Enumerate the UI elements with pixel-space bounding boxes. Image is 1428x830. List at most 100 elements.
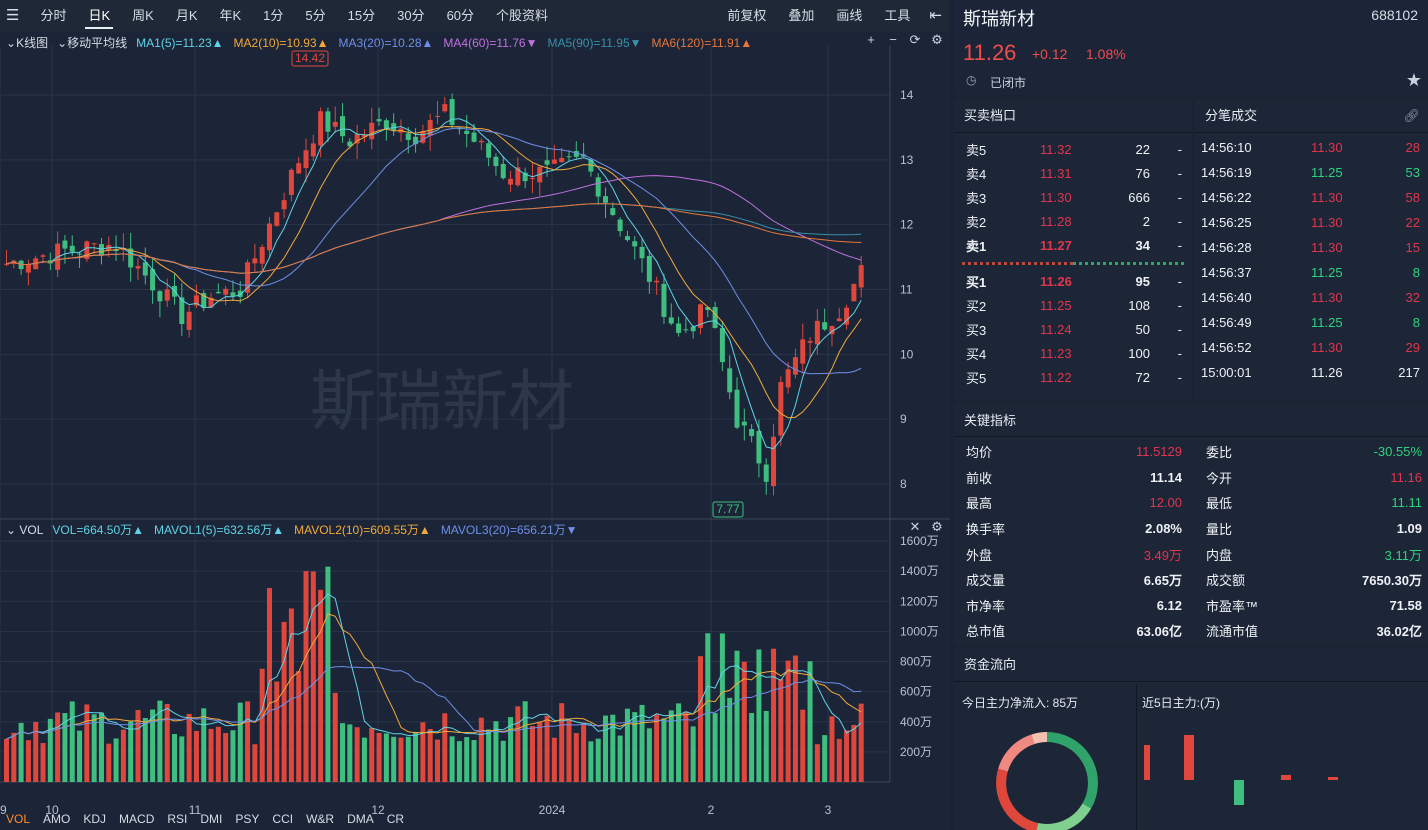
indicator-tab[interactable]: AMO [37, 812, 77, 826]
volume-bar [858, 703, 864, 782]
tab-30min[interactable]: 30分 [386, 0, 435, 32]
metric-value: 63.06亿 [1136, 624, 1182, 640]
adjust-button[interactable]: 前复权 [716, 0, 777, 32]
tab-stock-info[interactable]: 个股资料 [485, 0, 559, 32]
metric-row: 成交量 6.65万 成交额 7650.30万 [954, 567, 1428, 593]
order-row[interactable]: 卖3 11.30 666 - [954, 185, 1192, 209]
candle-body [654, 280, 660, 283]
tab-5min[interactable]: 5分 [294, 0, 336, 32]
order-row[interactable]: 买5 11.22 72 - [954, 365, 1192, 389]
volume-bar [522, 701, 528, 782]
tab-weekly-k[interactable]: 周K [121, 0, 165, 32]
tab-monthly-k[interactable]: 月K [165, 0, 209, 32]
volume-bar [332, 692, 338, 782]
volume-bar [822, 735, 828, 782]
order-flag: - [1177, 141, 1182, 157]
collapse-icon[interactable]: ⇤ [921, 0, 950, 32]
order-price: 11.32 [1040, 141, 1072, 157]
order-row[interactable]: 买4 11.23 100 - [954, 341, 1192, 365]
kline-chart[interactable]: 14 13 12 11 10 9 8 斯瑞新材 14.42 7.77 1600万 1400万 1200万… [0, 46, 950, 830]
volume-tick-label: 1000万 [900, 624, 939, 638]
indicator-tab[interactable]: W&R [300, 812, 341, 826]
order-flag: - [1177, 345, 1182, 361]
volume-bar [303, 571, 309, 782]
candle-body [230, 292, 236, 297]
volume-legend-item: MAVOL3(20)=656.21万▼ [440, 523, 578, 537]
fund-divider [1136, 684, 1137, 830]
volume-bar [55, 712, 61, 782]
volume-bar [128, 721, 134, 782]
tab-15min[interactable]: 15分 [337, 0, 386, 32]
menu-icon[interactable]: ☰ [0, 0, 29, 32]
volume-title[interactable]: ⌄ VOL [6, 523, 43, 537]
volume-bar [435, 739, 440, 782]
tab-60min[interactable]: 60分 [436, 0, 485, 32]
candle-body [785, 369, 791, 388]
tab-timeshare[interactable]: 分时 [29, 0, 77, 32]
order-book: 买卖档口 卖5 11.32 22 - 卖4 11.31 76 - 卖3 11.30 666 - 卖2 11… [954, 99, 1192, 400]
indicator-tab[interactable]: DMA [341, 812, 381, 826]
order-row[interactable]: 买1 11.26 95 - [954, 269, 1192, 293]
indicator-tab[interactable]: CR [381, 812, 411, 826]
candle-body [566, 156, 572, 158]
indicator-tab[interactable]: RSI [161, 812, 194, 826]
five-day-label: 近5日主力:(万) [1142, 696, 1221, 710]
order-price: 11.22 [1040, 369, 1072, 385]
volume-bar [690, 726, 696, 782]
volume-tick-label: 600万 [900, 685, 932, 699]
order-row[interactable]: 买2 11.25 108 - [954, 293, 1192, 317]
tab-1min[interactable]: 1分 [252, 0, 294, 32]
draw-button[interactable]: 画线 [825, 0, 873, 32]
volume-bar [792, 655, 798, 782]
candle-body [69, 245, 75, 252]
order-row[interactable]: 卖1 11.27 34 - [954, 233, 1192, 257]
trade-time: 14:56:37 [1201, 265, 1252, 280]
order-row[interactable]: 卖5 11.32 22 - [954, 137, 1192, 161]
volume-settings-icon[interactable]: ⚙ [926, 519, 948, 535]
candle-body [464, 130, 470, 134]
candle-body [186, 311, 192, 330]
order-flag: - [1177, 189, 1182, 205]
volume-bar [340, 723, 346, 782]
volume-bar [405, 736, 411, 782]
volume-bar [486, 729, 492, 782]
candle-body [266, 223, 272, 251]
candle-body [40, 255, 46, 257]
indicator-tab[interactable]: VOL [0, 812, 37, 826]
indicator-tab[interactable]: CCI [266, 812, 300, 826]
order-row[interactable]: 买3 11.24 50 - [954, 317, 1192, 341]
candle-body [303, 150, 309, 169]
candle-body [690, 326, 696, 332]
volume-bar [347, 724, 353, 782]
volume-bar [449, 736, 455, 782]
indicator-tab[interactable]: KDJ [77, 812, 113, 826]
volume-bar [310, 571, 316, 782]
order-volume: 34 [1135, 237, 1150, 253]
volume-bar [829, 716, 835, 782]
indicator-tab[interactable]: DMI [194, 812, 229, 826]
star-icon[interactable]: ★ [1406, 70, 1422, 91]
metric-label: 流通市值 [1206, 624, 1259, 640]
link-icon[interactable]: 🔗︎ [1403, 99, 1420, 133]
volume-bar [325, 566, 331, 782]
indicator-tab[interactable]: MACD [113, 812, 161, 826]
candle-body [741, 421, 747, 426]
close-icon[interactable]: ✕ [904, 519, 926, 535]
volume-bar [252, 744, 258, 782]
volume-bar [318, 589, 324, 782]
stock-code: 688102 [1371, 7, 1418, 23]
indicator-tab[interactable]: PSY [229, 812, 266, 826]
order-row[interactable]: 卖2 11.28 2 - [954, 209, 1192, 233]
overlay-button[interactable]: 叠加 [777, 0, 825, 32]
volume-legend-item: VOL=664.50万▲ [52, 523, 145, 537]
trade-time: 14:56:22 [1201, 190, 1252, 205]
volume-bar [529, 726, 535, 782]
volume-bar [120, 729, 126, 782]
volume-bar [661, 718, 667, 782]
tools-button[interactable]: 工具 [873, 0, 921, 32]
volume-bar [500, 740, 506, 782]
tab-daily-k[interactable]: 日K [77, 0, 121, 32]
volume-bar [427, 728, 433, 782]
tab-yearly-k[interactable]: 年K [208, 0, 252, 32]
order-row[interactable]: 卖4 11.31 76 - [954, 161, 1192, 185]
